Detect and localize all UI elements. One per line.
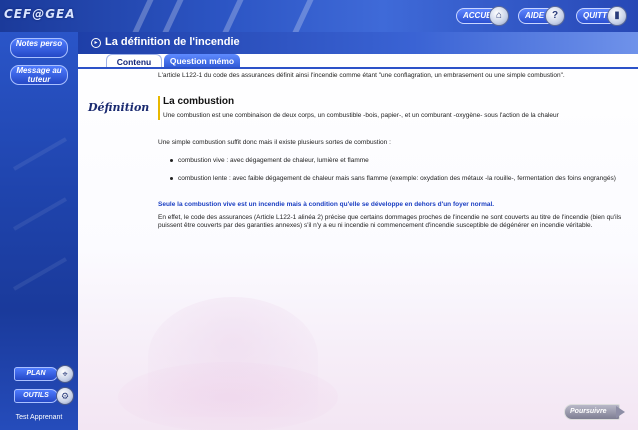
poursuivre-button[interactable]: Poursuivre — [564, 404, 625, 420]
exit-icon: ▮ — [607, 6, 627, 26]
intro-paragraph: L'article L122-1 du code des assurances … — [158, 72, 565, 79]
aide-button[interactable]: AIDE ? — [518, 6, 565, 26]
main-panel: ▸ La définition de l'incendie Contenu Qu… — [78, 32, 638, 430]
home-icon: ⌂ — [489, 6, 509, 26]
conclusion-paragraph: En effet, le code des assurances (Articl… — [158, 214, 622, 229]
bullet-icon — [170, 177, 173, 180]
tab-question-memo[interactable]: Question mémo — [164, 54, 240, 68]
help-icon: ? — [545, 6, 565, 26]
decor-silhouette — [118, 362, 338, 430]
decor-streak — [162, 0, 184, 32]
tab-contenu[interactable]: Contenu — [106, 54, 162, 68]
definition-label: Définition — [88, 101, 149, 114]
definition-label-text: Définition — [88, 101, 150, 114]
definition-box: La combustion Une combustion est une com… — [158, 96, 626, 120]
bullet-icon — [170, 159, 173, 162]
definition-text: Une combustion est une combinaison de de… — [163, 112, 559, 119]
list-item: combustion lente : avec faible dégagemen… — [170, 175, 618, 183]
decor-streak — [132, 0, 154, 32]
tab-divider — [78, 67, 638, 69]
list-item-text: combustion vive : avec dégagement de cha… — [178, 157, 369, 164]
map-icon[interactable]: ⌖ — [56, 365, 74, 383]
play-icon: ▸ — [91, 38, 101, 48]
important-statement: Seule la combustion vive est un incendie… — [158, 201, 495, 208]
app-logo: CEF@GEA — [4, 7, 76, 21]
page-title-bar: ▸ La définition de l'incendie — [78, 32, 638, 54]
decor-streak — [292, 0, 314, 32]
application-window: CEF@GEA ACCUEIL ⌂ AIDE ? QUITTER ▮ Notes… — [0, 0, 638, 430]
aide-label: AIDE — [525, 11, 545, 20]
accueil-button[interactable]: ACCUEIL ⌂ — [456, 6, 509, 26]
outils-button[interactable]: OUTILS — [14, 389, 58, 403]
notes-perso-button[interactable]: Notes perso — [10, 38, 68, 58]
message-tuteur-button[interactable]: Message au tuteur — [10, 65, 68, 85]
arrow-right-icon — [616, 406, 625, 418]
page-title: La définition de l'incendie — [105, 36, 240, 48]
definition-heading: La combustion — [163, 96, 235, 107]
tools-icon[interactable]: ⚙ — [56, 387, 74, 405]
decor-streak — [222, 0, 244, 32]
list-item: combustion vive : avec dégagement de cha… — [170, 157, 618, 165]
learner-name: Test Apprenant — [15, 414, 63, 421]
decor-streak — [13, 197, 67, 231]
combustion-intro: Une simple combustion suffit donc mais i… — [158, 139, 391, 146]
decor-streak — [13, 137, 67, 171]
plan-button[interactable]: PLAN — [14, 367, 58, 381]
decor-streak — [13, 257, 67, 291]
quitter-button[interactable]: QUITTER ▮ — [576, 6, 627, 26]
list-item-text: combustion lente : avec faible dégagemen… — [178, 175, 616, 182]
poursuivre-label: Poursuivre — [570, 408, 607, 415]
sidebar: Notes perso Message au tuteur PLAN ⌖ OUT… — [0, 32, 78, 430]
top-bar: CEF@GEA ACCUEIL ⌂ AIDE ? QUITTER ▮ — [0, 0, 638, 32]
